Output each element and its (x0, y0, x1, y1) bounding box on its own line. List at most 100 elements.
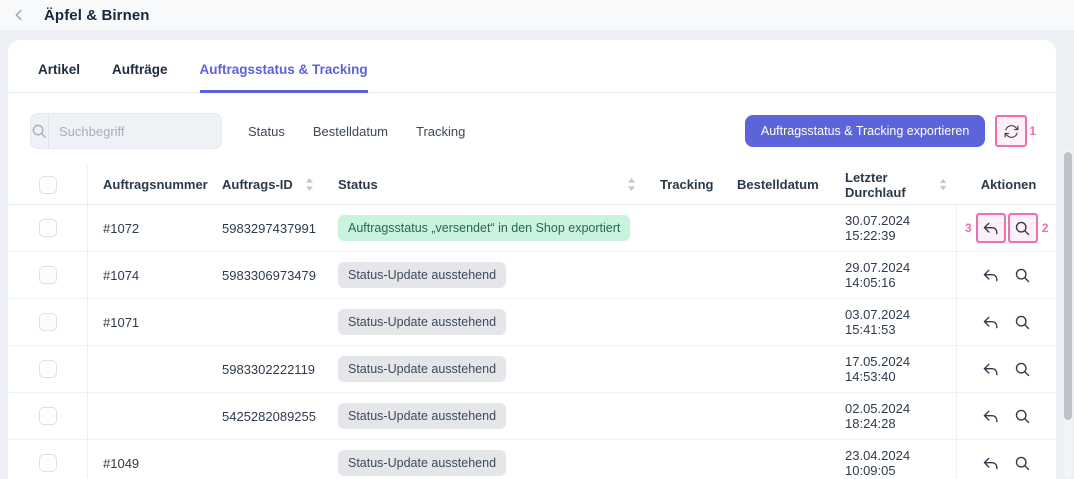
column-header-letzter-durchlauf[interactable]: Letzter Durchlauf (830, 165, 956, 204)
header-checkbox-cell (8, 165, 88, 204)
search-icon (31, 114, 49, 148)
undo-icon (981, 266, 1000, 285)
table-row: 5983302222119 Status-Update ausstehend 1… (8, 346, 1056, 393)
column-header-auftrags-id[interactable]: Auftrags-ID (207, 165, 323, 204)
toolbar-right: Auftragsstatus & Tracking exportieren 1 (745, 115, 1038, 147)
filter-status[interactable]: Status (248, 124, 285, 139)
magnifier-icon (1013, 219, 1032, 238)
row-checkbox[interactable] (39, 266, 57, 284)
sort-icon[interactable] (628, 178, 635, 191)
status-badge: Status-Update ausstehend (338, 262, 506, 288)
row-checkbox[interactable] (39, 407, 57, 425)
status-badge: Auftragsstatus „versendet“ in den Shop e… (338, 215, 630, 241)
refresh-wrap: 1 (995, 115, 1038, 147)
tab-auftragsstatus-tracking[interactable]: Auftragsstatus & Tracking (200, 62, 368, 93)
filter-tracking[interactable]: Tracking (416, 124, 465, 139)
details-button[interactable] (1007, 307, 1037, 337)
filter-bestelldatum[interactable]: Bestelldatum (313, 124, 388, 139)
refresh-button[interactable] (995, 115, 1027, 147)
magnifier-icon (1013, 266, 1032, 285)
undo-export-button[interactable] (976, 213, 1006, 243)
row-checkbox-cell (8, 252, 88, 298)
row-checkbox[interactable] (39, 454, 57, 472)
export-button[interactable]: Auftragsstatus & Tracking exportieren (745, 115, 985, 147)
auftrags-id-cell: 5983302222119 (207, 346, 323, 392)
table-row: #1049 Status-Update ausstehend 23.04.202… (8, 440, 1056, 479)
undo-export-button[interactable] (975, 401, 1005, 431)
row-checkbox[interactable] (39, 219, 57, 237)
column-header-bestelldatum[interactable]: Bestelldatum (722, 165, 830, 204)
status-cell: Auftragsstatus „versendet“ in den Shop e… (323, 205, 645, 251)
aktionen-cell (956, 393, 1056, 439)
tab-auftraege[interactable]: Aufträge (112, 62, 168, 93)
breadcrumb-bar: Äpfel & Birnen (0, 0, 1074, 30)
undo-export-button[interactable] (975, 448, 1005, 478)
tracking-cell (645, 440, 722, 479)
annotation-label-refresh: 1 (1027, 124, 1038, 138)
details-button[interactable] (1007, 354, 1037, 384)
tracking-cell (645, 299, 722, 345)
letzter-durchlauf-cell: 29.07.2024 14:05:16 (830, 252, 956, 298)
scrollbar[interactable] (1064, 150, 1072, 479)
status-cell: Status-Update ausstehend (323, 299, 645, 345)
table-row: #1074 5983306973479 Status-Update ausste… (8, 252, 1056, 299)
row-checkbox-cell (8, 346, 88, 392)
content-card: Artikel Aufträge Auftragsstatus & Tracki… (8, 40, 1056, 479)
sort-icon[interactable] (306, 178, 313, 191)
row-checkbox-cell (8, 440, 88, 479)
bestelldatum-cell (722, 440, 830, 479)
row-checkbox[interactable] (39, 313, 57, 331)
sort-icon[interactable] (940, 178, 946, 191)
scrollbar-thumb[interactable] (1064, 152, 1072, 420)
back-chevron-icon[interactable] (10, 6, 28, 24)
aktionen-cell (956, 346, 1056, 392)
table-row: #1071 Status-Update ausstehend 03.07.202… (8, 299, 1056, 346)
status-cell: Status-Update ausstehend (323, 440, 645, 479)
bestelldatum-cell (722, 299, 830, 345)
sort-icon[interactable] (819, 178, 820, 191)
bestelldatum-cell (722, 252, 830, 298)
letzter-durchlauf-cell: 23.04.2024 10:09:05 (830, 440, 956, 479)
bestelldatum-cell (722, 393, 830, 439)
row-checkbox-cell (8, 299, 88, 345)
auftrags-id-cell (207, 299, 323, 345)
filter-group: Status Bestelldatum Tracking (248, 124, 465, 139)
details-button[interactable] (1007, 401, 1037, 431)
status-cell: Status-Update ausstehend (323, 346, 645, 392)
bestelldatum-cell (722, 346, 830, 392)
magnifier-icon (1013, 407, 1032, 426)
details-button[interactable] (1007, 260, 1037, 290)
table-header-row: Auftragsnummer Auftrags-ID Status Tracki… (8, 165, 1056, 205)
select-all-checkbox[interactable] (39, 176, 57, 194)
search-box (30, 113, 222, 149)
page-title: Äpfel & Birnen (44, 7, 150, 24)
aktionen-cell: 3 2 (956, 205, 1056, 251)
status-badge: Status-Update ausstehend (338, 450, 506, 476)
details-button[interactable] (1007, 448, 1037, 478)
status-cell: Status-Update ausstehend (323, 393, 645, 439)
undo-export-button[interactable] (975, 354, 1005, 384)
letzter-durchlauf-cell: 17.05.2024 14:53:40 (830, 346, 956, 392)
tracking-cell (645, 346, 722, 392)
undo-export-button[interactable] (975, 307, 1005, 337)
aktionen-cell (956, 299, 1056, 345)
undo-export-button[interactable] (975, 260, 1005, 290)
details-button[interactable] (1008, 213, 1038, 243)
magnifier-icon (1013, 360, 1032, 379)
table-body: #1072 5983297437991 Auftragsstatus „vers… (8, 205, 1056, 479)
bestelldatum-cell (722, 205, 830, 251)
status-badge: Status-Update ausstehend (338, 403, 506, 429)
tab-artikel[interactable]: Artikel (38, 62, 80, 93)
row-checkbox[interactable] (39, 360, 57, 378)
auftragsnummer-cell: #1074 (88, 252, 207, 298)
aktionen-cell (956, 252, 1056, 298)
column-header-auftragsnummer[interactable]: Auftragsnummer (88, 165, 207, 204)
column-header-tracking[interactable]: Tracking (645, 165, 722, 204)
undo-icon (981, 407, 1000, 426)
row-checkbox-cell (8, 205, 88, 251)
auftrags-id-cell: 5983297437991 (207, 205, 323, 251)
auftragsnummer-cell: #1071 (88, 299, 207, 345)
search-input[interactable] (49, 124, 222, 139)
column-header-status[interactable]: Status (323, 165, 645, 204)
aktionen-cell (956, 440, 1056, 479)
